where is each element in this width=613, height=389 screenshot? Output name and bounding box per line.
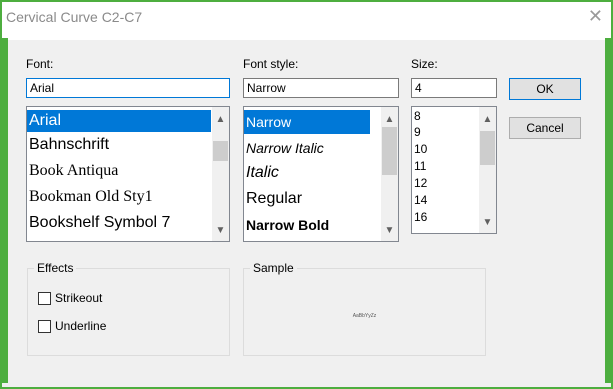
strikeout-checkbox[interactable]: Strikeout <box>38 291 102 305</box>
style-item-italic[interactable]: Italic <box>246 164 279 182</box>
size-input[interactable]: 4 <box>411 78 497 98</box>
font-style-list[interactable]: Narrow Narrow Italic Italic Regular Narr… <box>243 106 399 242</box>
size-item[interactable]: 16 <box>414 210 427 224</box>
font-list[interactable]: Arial Bahnschrift Book Antiqua Bookman O… <box>26 106 230 242</box>
sample-text: AaBbYyZz <box>352 313 377 319</box>
sample-label: Sample <box>250 261 297 275</box>
font-item-bookman[interactable]: Bookman Old Sty1 <box>29 188 153 206</box>
cancel-button[interactable]: Cancel <box>509 117 581 139</box>
window-title: Cervical Curve C2-C7 <box>6 9 143 25</box>
strikeout-box[interactable] <box>38 291 51 305</box>
chevron-down-icon[interactable]: ▼ <box>212 222 229 239</box>
chevron-down-icon[interactable]: ▼ <box>479 214 496 231</box>
effects-group: Effects <box>27 261 230 356</box>
chevron-up-icon[interactable]: ▲ <box>479 111 496 128</box>
size-item[interactable]: 14 <box>414 193 427 207</box>
close-icon[interactable]: ✕ <box>588 6 603 27</box>
underline-box[interactable] <box>38 319 51 333</box>
style-item-narrow[interactable]: Narrow <box>244 110 370 134</box>
ok-button[interactable]: OK <box>509 78 581 100</box>
effects-label: Effects <box>34 261 77 275</box>
font-label: Font: <box>26 57 54 71</box>
font-item-bookshelf[interactable]: Bookshelf Symbol 7 <box>29 214 170 232</box>
size-item[interactable]: 8 <box>414 109 421 123</box>
size-label: Size: <box>411 57 438 71</box>
frame-right-edge <box>605 38 613 383</box>
strikeout-label: Strikeout <box>55 291 103 305</box>
title-bar: Cervical Curve C2-C7 ✕ <box>2 2 611 40</box>
style-scroll-thumb[interactable] <box>382 127 397 175</box>
size-list[interactable]: 8 9 10 11 12 14 16 ▲ ▼ <box>411 106 497 234</box>
style-item-regular[interactable]: Regular <box>246 190 302 208</box>
size-item[interactable]: 11 <box>414 159 426 173</box>
sample-group: Sample AaBbYyZz <box>243 261 486 356</box>
underline-label: Underline <box>55 319 107 333</box>
font-item-arial[interactable]: Arial <box>27 110 211 132</box>
font-style-label: Font style: <box>243 57 299 71</box>
font-input[interactable]: Arial <box>26 78 230 98</box>
style-list-scrollbar[interactable]: ▲ ▼ <box>381 107 398 241</box>
size-scroll-thumb[interactable] <box>480 131 495 165</box>
size-list-scrollbar[interactable]: ▲ ▼ <box>479 107 496 233</box>
font-item-bahnschrift[interactable]: Bahnschrift <box>29 136 109 154</box>
style-item-narrow-bold[interactable]: Narrow Bold <box>246 217 329 233</box>
underline-checkbox[interactable]: Underline <box>38 319 106 333</box>
font-scroll-thumb[interactable] <box>213 141 228 161</box>
chevron-up-icon[interactable]: ▲ <box>212 111 229 128</box>
size-item[interactable]: 9 <box>414 125 421 139</box>
style-item-narrow-italic[interactable]: Narrow Italic <box>246 140 324 156</box>
size-item[interactable]: 12 <box>414 176 427 190</box>
font-item-book-antiqua[interactable]: Book Antiqua <box>29 162 118 180</box>
font-list-scrollbar[interactable]: ▲ ▼ <box>212 107 229 241</box>
size-item[interactable]: 10 <box>414 142 427 156</box>
frame-left-edge <box>0 38 8 383</box>
chevron-up-icon[interactable]: ▲ <box>381 111 398 128</box>
font-style-input[interactable]: Narrow <box>243 78 399 98</box>
chevron-down-icon[interactable]: ▼ <box>381 222 398 239</box>
